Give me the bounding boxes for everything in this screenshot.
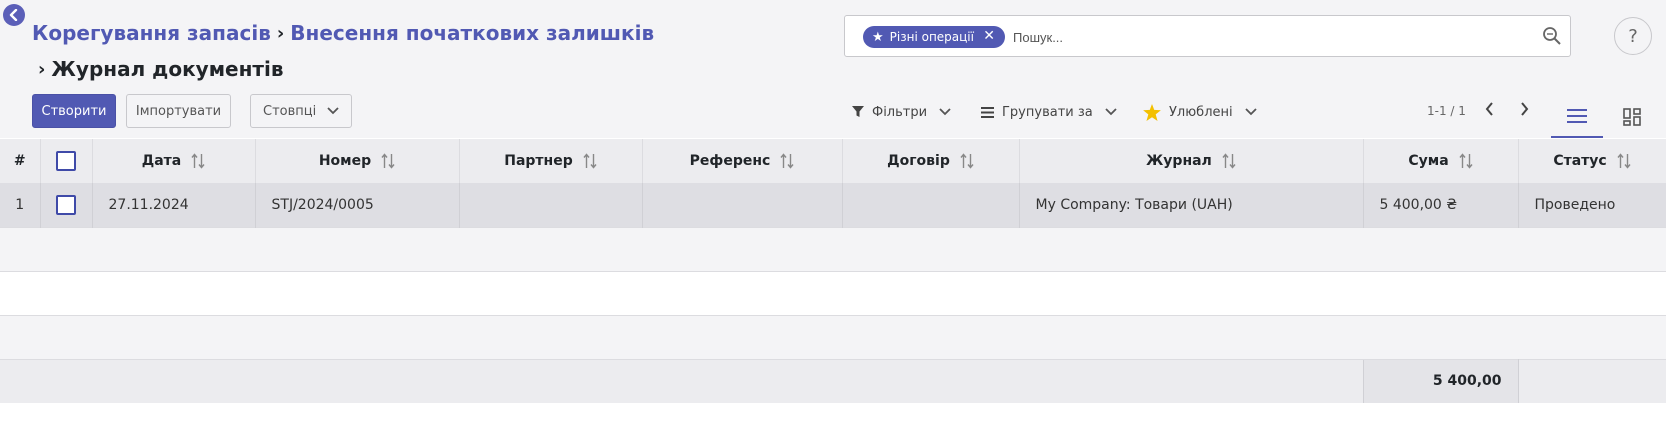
filter-icon <box>852 106 864 118</box>
search-facet: ★ Різні операції ✕ <box>863 26 1005 48</box>
pager-value[interactable]: 1-1 / 1 <box>1427 104 1466 118</box>
group-by-dropdown[interactable]: Групувати за <box>981 100 1117 124</box>
footer-spacer <box>0 358 1363 403</box>
search-input[interactable] <box>1013 24 1513 50</box>
row-index: 1 <box>0 183 41 227</box>
table-header-row: # Дата Номер Партнер Референс Договір Жу… <box>0 139 1666 183</box>
empty-row <box>0 270 1666 315</box>
table-footer-row: 5 400,00 <box>0 358 1666 403</box>
empty-row <box>0 314 1666 359</box>
select-all-checkbox[interactable] <box>56 151 76 171</box>
sort-icon <box>583 153 597 169</box>
column-header-amount[interactable]: Сума <box>1363 139 1519 183</box>
column-header-partner[interactable]: Партнер <box>459 139 643 183</box>
column-header-partner-label: Партнер <box>504 153 573 169</box>
empty-row-cell <box>0 226 1666 271</box>
help-button[interactable]: ? <box>1614 17 1652 55</box>
empty-row-cell <box>0 314 1666 359</box>
cell-partner[interactable] <box>459 183 643 227</box>
column-header-amount-label: Сума <box>1408 153 1449 169</box>
search-facet-label: Різні операції <box>889 30 974 44</box>
footer-spacer <box>1518 358 1666 403</box>
cell-status[interactable]: Проведено <box>1518 183 1666 227</box>
chevron-down-icon <box>1105 108 1117 116</box>
table-row[interactable]: 1 27.11.2024 STJ/2024/0005 My Company: Т… <box>0 183 1666 227</box>
sort-icon <box>1617 153 1631 169</box>
breadcrumb-separator: › <box>276 22 285 44</box>
kanban-view-button[interactable] <box>1606 96 1658 138</box>
filters-label: Фільтри <box>872 104 928 120</box>
column-header-contract-label: Договір <box>887 153 950 169</box>
row-select-cell <box>40 183 93 227</box>
cell-number[interactable]: STJ/2024/0005 <box>255 183 460 227</box>
import-button[interactable]: Імпортувати <box>126 94 231 128</box>
favorites-label: Улюблені <box>1169 104 1233 120</box>
documents-table: # Дата Номер Партнер Референс Договір Жу… <box>0 139 1666 403</box>
column-header-number[interactable]: Номер <box>255 139 460 183</box>
favorites-dropdown[interactable]: Улюблені <box>1143 100 1257 124</box>
sort-icon <box>1222 153 1236 169</box>
empty-row <box>0 226 1666 271</box>
column-header-journal[interactable]: Журнал <box>1019 139 1364 183</box>
breadcrumb-separator: › <box>38 58 46 80</box>
list-view-icon <box>1567 109 1587 123</box>
chevron-left-icon[interactable] <box>1484 101 1494 117</box>
star-icon <box>1143 103 1161 121</box>
group-by-label: Групувати за <box>1002 104 1093 120</box>
column-header-reference-label: Референс <box>689 153 771 169</box>
cell-amount[interactable]: 5 400,00 ₴ <box>1363 183 1519 227</box>
chevron-down-icon <box>939 108 951 116</box>
cell-date[interactable]: 27.11.2024 <box>92 183 256 227</box>
column-header-status[interactable]: Статус <box>1518 139 1666 183</box>
breadcrumb-link-opening-balances[interactable]: Внесення початкових залишків <box>290 21 654 45</box>
select-all-cell <box>40 139 93 183</box>
sort-icon <box>381 153 395 169</box>
sort-icon <box>1459 153 1473 169</box>
cell-journal[interactable]: My Company: Товари (UAH) <box>1019 183 1364 227</box>
column-header-status-label: Статус <box>1553 153 1607 169</box>
create-button[interactable]: Створити <box>32 94 116 128</box>
close-icon[interactable]: ✕ <box>983 28 995 44</box>
column-header-journal-label: Журнал <box>1146 153 1212 169</box>
column-header-date[interactable]: Дата <box>92 139 256 183</box>
kanban-view-icon <box>1623 108 1641 126</box>
chevron-down-icon <box>327 107 339 115</box>
cell-reference[interactable] <box>642 183 843 227</box>
sort-icon <box>191 153 205 169</box>
column-header-reference[interactable]: Референс <box>642 139 843 183</box>
list-view-button[interactable] <box>1551 96 1603 138</box>
sort-icon <box>780 153 794 169</box>
back-button[interactable] <box>3 4 25 26</box>
column-header-number-label: Номер <box>318 153 372 169</box>
column-header-date-label: Дата <box>141 153 182 169</box>
sort-icon <box>960 153 974 169</box>
breadcrumb-link-stock-adjustments[interactable]: Корегування запасів <box>32 21 271 45</box>
column-header-index: # <box>0 139 41 183</box>
columns-button[interactable]: Стовпці <box>250 94 352 128</box>
control-panel: Корегування запасів › Внесення початкови… <box>0 0 1666 138</box>
back-arrow-icon <box>9 9 18 21</box>
star-icon: ★ <box>872 29 884 45</box>
search-icon[interactable] <box>1542 26 1562 46</box>
page-title: Журнал документів <box>51 57 284 81</box>
total-amount: 5 400,00 <box>1362 358 1519 403</box>
chevron-down-icon <box>1244 108 1257 116</box>
search-bar[interactable]: ★ Різні операції ✕ <box>844 15 1571 57</box>
row-checkbox[interactable] <box>56 194 76 215</box>
group-icon <box>981 106 994 118</box>
empty-row-cell <box>0 270 1666 315</box>
cell-contract[interactable] <box>842 183 1020 227</box>
breadcrumb-current: › Журнал документів <box>38 54 284 84</box>
breadcrumb: Корегування запасів › Внесення початкови… <box>32 18 654 48</box>
columns-button-label: Стовпці <box>263 103 317 119</box>
chevron-right-icon[interactable] <box>1520 101 1530 117</box>
filters-dropdown[interactable]: Фільтри <box>852 100 951 124</box>
column-header-contract[interactable]: Договір <box>842 139 1020 183</box>
